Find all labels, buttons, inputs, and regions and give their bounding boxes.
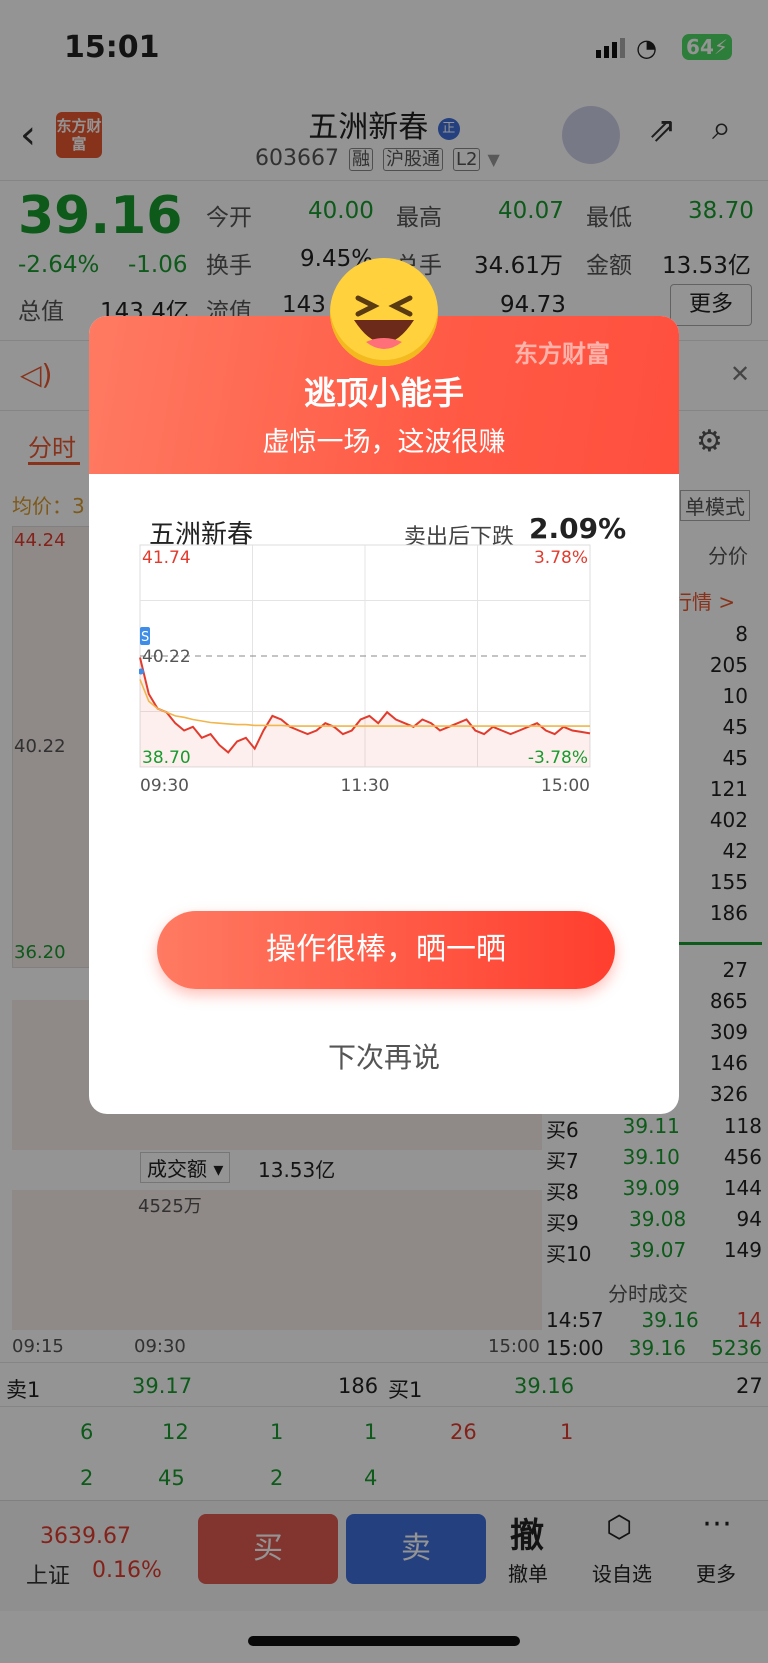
pct-label-top: 3.78% bbox=[534, 548, 588, 568]
drop-percent: 2.09% bbox=[529, 512, 627, 545]
achievement-modal: 东方财富 逃顶小能手 虚惊一场，这波很赚 五洲新春 卖出后下跌 2.09% S4… bbox=[89, 316, 679, 1114]
x-tick: 15:00 bbox=[541, 776, 590, 794]
pct-label-bottom: -3.78% bbox=[528, 748, 588, 768]
x-tick: 11:30 bbox=[341, 776, 390, 794]
sell-marker-text: S bbox=[141, 630, 149, 645]
y-label-top: 41.74 bbox=[142, 548, 191, 568]
x-tick: 09:30 bbox=[140, 776, 189, 794]
y-label-mid: 40.22 bbox=[142, 647, 191, 667]
intraday-chart: S 41.74 40.22 38.70 3.78% -3.78% 09:30 11:30 15:… bbox=[139, 544, 591, 794]
modal-title: 逃顶小能手 bbox=[303, 374, 464, 412]
brand-watermark: 东方财富 bbox=[514, 340, 610, 368]
share-button[interactable]: 操作很棒，晒一晒 bbox=[157, 911, 615, 989]
later-button[interactable]: 下次再说 bbox=[89, 1036, 679, 1076]
modal-subtitle: 虚惊一场，这波很赚 bbox=[262, 427, 506, 458]
laughing-emoji-icon bbox=[330, 258, 438, 366]
y-label-bottom: 38.70 bbox=[142, 748, 191, 768]
